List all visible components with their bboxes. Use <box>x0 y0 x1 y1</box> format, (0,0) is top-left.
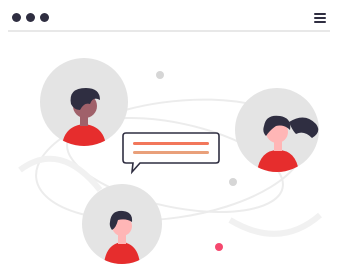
window-dot[interactable] <box>40 13 49 22</box>
window-dot[interactable] <box>12 13 21 22</box>
window-title-bar <box>8 8 330 32</box>
window-dot[interactable] <box>26 13 35 22</box>
app-window <box>0 0 337 270</box>
user-avatar-top-left <box>40 58 128 146</box>
decorative-dot <box>156 71 164 79</box>
chat-bubble <box>122 132 220 175</box>
user-avatar-bottom <box>82 184 162 264</box>
community-chat-illustration <box>18 58 322 264</box>
user-avatar-right <box>235 88 319 172</box>
window-controls <box>12 13 49 22</box>
chat-line <box>133 142 209 145</box>
hamburger-menu-icon[interactable] <box>314 13 326 23</box>
chat-line <box>133 151 209 154</box>
accent-dot <box>215 243 223 251</box>
decorative-dot <box>229 178 237 186</box>
